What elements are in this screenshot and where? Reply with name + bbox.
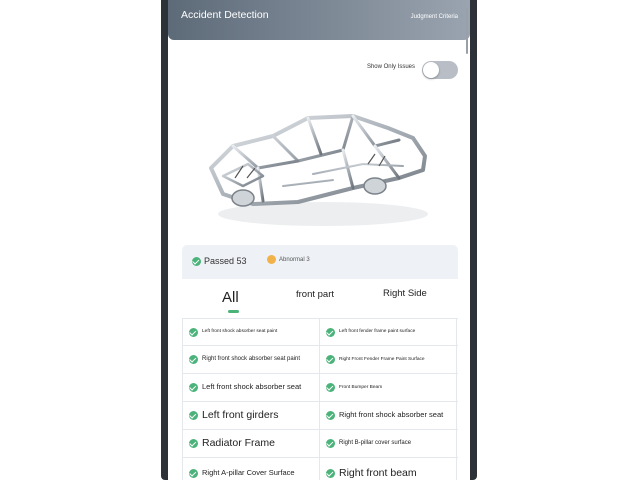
toggle-knob — [423, 62, 439, 78]
check-circle-icon — [189, 355, 198, 364]
abnormal-label: Abnormal 3 — [279, 256, 310, 263]
list-item[interactable]: Radiator Frame — [183, 430, 320, 457]
check-circle-icon — [189, 468, 198, 478]
check-circle-icon — [326, 327, 335, 337]
list-item[interactable]: Left front shock absorber seat — [183, 374, 320, 401]
app-screen: Accident Detection Judgment Criteria Sho… — [168, 0, 470, 480]
grid-row: Right front shock absorber seat paint Ri… — [182, 346, 458, 374]
show-only-issues-toggle[interactable] — [422, 61, 458, 79]
list-item[interactable]: Right B-pillar cover surface — [320, 430, 457, 457]
scrollbar[interactable] — [466, 8, 468, 54]
check-circle-icon — [326, 355, 335, 364]
check-circle-icon — [189, 439, 198, 448]
item-label: Right front shock absorber seat paint — [202, 356, 301, 363]
check-circle-icon — [192, 256, 201, 266]
list-item[interactable]: Right front beam — [320, 458, 457, 480]
show-only-issues-label: Show Only Issues — [366, 64, 415, 70]
tab-right-side[interactable]: Right Side — [383, 288, 427, 299]
grid-row: Radiator Frame Right B-pillar cover surf… — [182, 430, 458, 458]
list-item[interactable]: Right front shock absorber seat — [320, 402, 457, 429]
grid-row: Left front girders Right front shock abs… — [182, 402, 458, 430]
check-circle-icon — [326, 383, 335, 392]
item-label: Left front girders — [202, 409, 279, 422]
phone-frame: Accident Detection Judgment Criteria Sho… — [161, 0, 477, 480]
check-circle-icon — [326, 411, 335, 420]
grid-row: Left front shock absorber seat paint Lef… — [182, 319, 458, 346]
item-label: Right B-pillar cover surface — [339, 440, 412, 447]
list-item[interactable]: Right front shock absorber seat paint — [183, 346, 320, 373]
judgment-criteria-link[interactable]: Judgment Criteria — [411, 13, 458, 21]
check-circle-icon — [326, 439, 335, 448]
page-title: Accident Detection — [181, 9, 269, 21]
item-label: Radiator Frame — [202, 437, 275, 450]
check-circle-icon — [189, 383, 198, 392]
tab-all[interactable]: All — [222, 289, 239, 306]
active-tab-indicator — [228, 310, 239, 313]
list-item[interactable]: Left front shock absorber seat paint — [183, 319, 320, 345]
list-item[interactable]: Right A-pillar Cover Surface — [183, 458, 320, 480]
warning-circle-icon — [267, 255, 276, 264]
grid-row: Left front shock absorber seat Front Bum… — [182, 374, 458, 402]
item-label: Right Front Fender Frame Paint Surface — [339, 356, 425, 362]
item-label: Right front beam — [339, 466, 417, 479]
item-label: Left front shock absorber seat — [202, 382, 302, 392]
inspection-summary: Passed 53 Abnormal 3 — [182, 245, 458, 279]
header-bar: Accident Detection Judgment Criteria — [168, 0, 470, 54]
check-circle-icon — [189, 327, 198, 337]
inspection-item-grid: Left front shock absorber seat paint Lef… — [182, 318, 458, 480]
check-circle-icon — [189, 411, 198, 420]
item-label: Left front fender frame paint surface — [339, 329, 416, 335]
item-label: Right front shock absorber seat — [339, 410, 444, 420]
check-circle-icon — [326, 468, 335, 478]
category-tabs: All front part Right Side — [182, 283, 458, 315]
passed-count[interactable]: Passed 53 — [192, 256, 247, 266]
item-label: Left front shock absorber seat paint — [202, 329, 278, 335]
list-item[interactable]: Left front girders — [183, 402, 320, 429]
grid-row: Right A-pillar Cover Surface Right front… — [182, 458, 458, 480]
item-label: Right A-pillar Cover Surface — [202, 467, 295, 477]
item-label: Front Bumper Beam — [339, 384, 383, 390]
car-frame-image — [209, 114, 428, 226]
list-item[interactable]: Front Bumper Beam — [320, 374, 457, 401]
list-item[interactable]: Left front fender frame paint surface — [320, 319, 457, 345]
abnormal-count[interactable]: Abnormal 3 — [267, 255, 310, 264]
tab-front-part[interactable]: front part — [296, 289, 334, 300]
list-item[interactable]: Right Front Fender Frame Paint Surface — [320, 346, 457, 373]
passed-label: Passed 53 — [204, 256, 247, 266]
